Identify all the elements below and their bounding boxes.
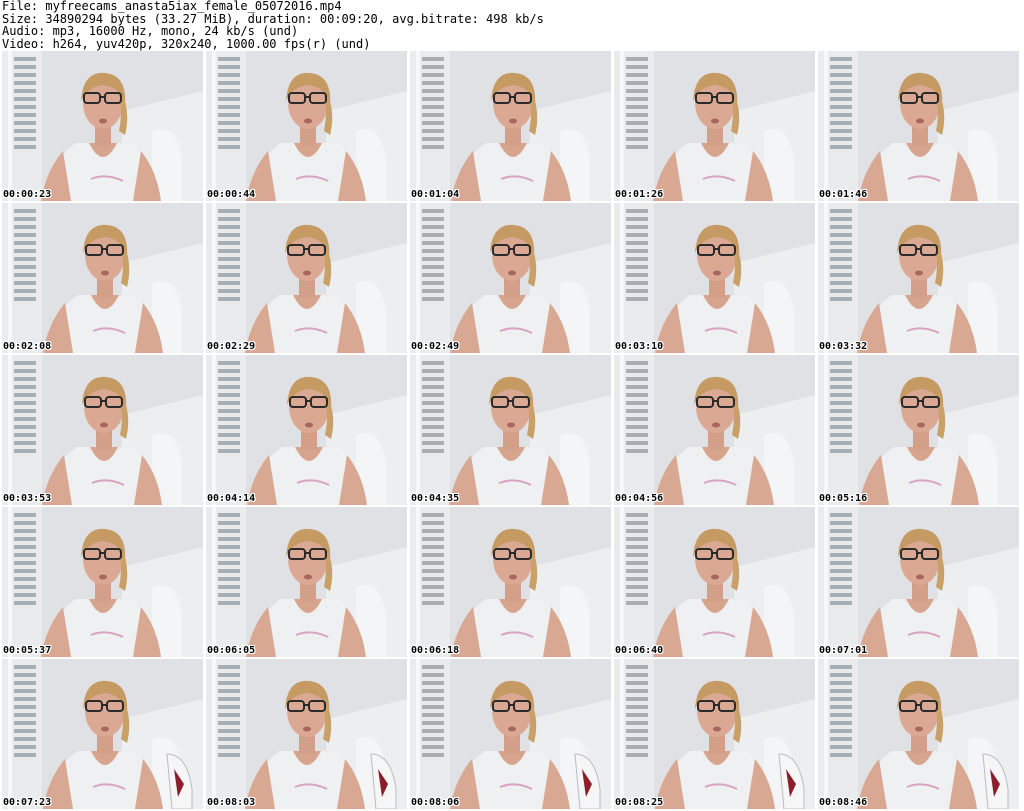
video-thumbnail: 00:06:05 xyxy=(206,507,407,657)
file-name-line: File: myfreecams_anasta5iax_female_05072… xyxy=(2,0,342,13)
thumbnail-timestamp: 00:04:35 xyxy=(411,493,460,504)
thumbnail-frame-image xyxy=(614,51,815,201)
video-thumbnail: 00:02:29 xyxy=(206,203,407,353)
thumbnail-frame-image xyxy=(206,51,407,201)
video-thumbnail: 00:08:46 xyxy=(818,659,1019,809)
thumbnail-frame-image xyxy=(206,659,407,809)
thumbnail-timestamp: 00:06:05 xyxy=(207,645,256,656)
video-thumbnail: 00:08:25 xyxy=(614,659,815,809)
video-thumbnail: 00:07:23 xyxy=(2,659,203,809)
thumbnail-timestamp: 00:01:46 xyxy=(819,189,868,200)
video-thumbnail: 00:03:32 xyxy=(818,203,1019,353)
video-thumbnail: 00:07:01 xyxy=(818,507,1019,657)
thumbnail-frame-image xyxy=(818,203,1019,353)
thumbnail-frame-image xyxy=(818,659,1019,809)
thumbnail-frame-image xyxy=(2,203,203,353)
thumbnail-timestamp: 00:00:44 xyxy=(207,189,256,200)
thumbnail-frame-image xyxy=(2,355,203,505)
thumbnail-timestamp: 00:05:37 xyxy=(3,645,52,656)
video-thumbnail: 00:04:35 xyxy=(410,355,611,505)
thumbnail-frame-image xyxy=(2,51,203,201)
video-thumbnail: 00:04:56 xyxy=(614,355,815,505)
thumbnail-frame-image xyxy=(410,355,611,505)
thumbnail-frame-image xyxy=(818,507,1019,657)
thumbnail-timestamp: 00:07:23 xyxy=(3,797,52,808)
thumbnail-frame-image xyxy=(614,355,815,505)
thumbnail-timestamp: 00:00:23 xyxy=(3,189,52,200)
thumbnail-timestamp: 00:04:56 xyxy=(615,493,664,504)
video-thumbnail: 00:03:10 xyxy=(614,203,815,353)
thumbnail-frame-image xyxy=(206,203,407,353)
audio-info-line: Audio: mp3, 16000 Hz, mono, 24 kb/s (und… xyxy=(2,24,299,38)
thumbnail-timestamp: 00:06:40 xyxy=(615,645,664,656)
video-thumbnail: 00:01:46 xyxy=(818,51,1019,201)
thumbnail-grid: 00:00:23 00:00:44 00:01:04 00:01:26 00:01:46… xyxy=(2,51,1022,809)
thumbnail-timestamp: 00:08:25 xyxy=(615,797,664,808)
thumbnail-frame-image xyxy=(2,507,203,657)
video-thumbnail: 00:08:03 xyxy=(206,659,407,809)
video-thumbnail: 00:05:37 xyxy=(2,507,203,657)
thumbnail-timestamp: 00:02:49 xyxy=(411,341,460,352)
thumbnail-frame-image xyxy=(818,355,1019,505)
thumbnail-timestamp: 00:02:08 xyxy=(3,341,52,352)
video-thumbnail: 00:03:53 xyxy=(2,355,203,505)
thumbnail-frame-image xyxy=(614,659,815,809)
thumbnail-timestamp: 00:02:29 xyxy=(207,341,256,352)
video-thumbnail: 00:06:18 xyxy=(410,507,611,657)
thumbnail-timestamp: 00:05:16 xyxy=(819,493,868,504)
video-thumbnail: 00:06:40 xyxy=(614,507,815,657)
thumbnail-timestamp: 00:01:04 xyxy=(411,189,460,200)
thumbnail-timestamp: 00:03:53 xyxy=(3,493,52,504)
thumbnail-timestamp: 00:07:01 xyxy=(819,645,868,656)
thumbnail-frame-image xyxy=(206,507,407,657)
thumbnail-frame-image xyxy=(614,507,815,657)
thumbnail-frame-image xyxy=(410,51,611,201)
thumbnail-timestamp: 00:08:06 xyxy=(411,797,460,808)
thumbnail-frame-image xyxy=(206,355,407,505)
thumbnail-timestamp: 00:04:14 xyxy=(207,493,256,504)
thumbnail-timestamp: 00:08:03 xyxy=(207,797,256,808)
thumbnail-timestamp: 00:03:32 xyxy=(819,341,868,352)
file-info-header: File: myfreecams_anasta5iax_female_05072… xyxy=(2,0,1022,50)
video-thumbnail: 00:02:49 xyxy=(410,203,611,353)
thumbnail-timestamp: 00:08:46 xyxy=(819,797,868,808)
video-thumbnail: 00:00:44 xyxy=(206,51,407,201)
thumbnail-frame-image xyxy=(818,51,1019,201)
video-thumbnail: 00:01:26 xyxy=(614,51,815,201)
video-thumbnail: 00:00:23 xyxy=(2,51,203,201)
video-thumbnail: 00:05:16 xyxy=(818,355,1019,505)
thumbnail-frame-image xyxy=(410,203,611,353)
thumbnail-timestamp: 00:01:26 xyxy=(615,189,664,200)
thumbnail-frame-image xyxy=(410,507,611,657)
video-thumbnail: 00:08:06 xyxy=(410,659,611,809)
thumbnail-timestamp: 00:03:10 xyxy=(615,341,664,352)
thumbnail-timestamp: 00:06:18 xyxy=(411,645,460,656)
thumbnail-frame-image xyxy=(614,203,815,353)
video-thumbnail: 00:04:14 xyxy=(206,355,407,505)
video-thumbnail: 00:01:04 xyxy=(410,51,611,201)
thumbnail-frame-image xyxy=(410,659,611,809)
contact-sheet-page: { "header": { "file_line": "File: myfree… xyxy=(0,0,1024,811)
video-info-line: Video: h264, yuv420p, 320x240, 1000.00 f… xyxy=(2,36,371,51)
thumbnail-frame-image xyxy=(2,659,203,809)
video-thumbnail: 00:02:08 xyxy=(2,203,203,353)
